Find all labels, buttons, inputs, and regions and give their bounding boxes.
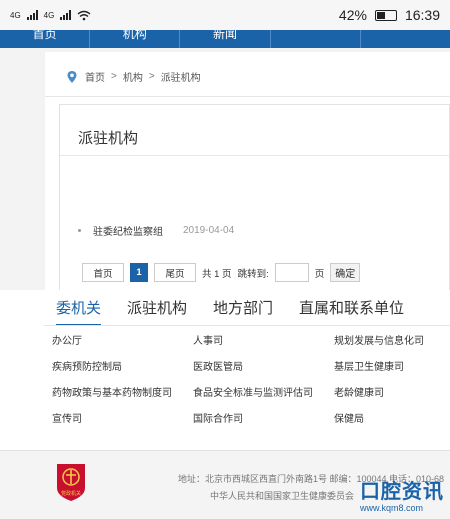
top-nav: 首页 机构 新闻: [0, 30, 450, 48]
dept-link[interactable]: 规划发展与信息化司: [334, 326, 450, 352]
last-page-button[interactable]: 尾页: [154, 263, 196, 282]
watermark: 口腔资讯 www.kqm8.com: [360, 481, 444, 513]
sim2-label: 4G: [43, 10, 55, 20]
department-links: 办公厅 人事司 规划发展与信息化司 疾病预防控制局 医政医管局 基层卫生健康司 …: [52, 326, 450, 430]
breadcrumb-home[interactable]: 首页: [85, 69, 105, 84]
nav-item-news[interactable]: 新闻: [180, 30, 271, 48]
nav-item-5[interactable]: [361, 30, 450, 48]
dept-link[interactable]: 宣传司: [52, 404, 193, 430]
confirm-button[interactable]: 确定: [330, 263, 361, 282]
page-jump-input[interactable]: [274, 263, 309, 282]
breadcrumb: 首页 > 机构 > 派驻机构: [65, 69, 201, 84]
dept-link[interactable]: 人事司: [193, 326, 334, 352]
dept-link[interactable]: 疾病预防控制局: [52, 352, 193, 378]
watermark-url: www.kqm8.com: [360, 503, 424, 513]
total-pages-label: 共 1 页: [202, 268, 232, 280]
sim1-label: 4G: [10, 10, 21, 20]
signal-icon: [26, 10, 38, 20]
footer-sponsor: 中华人民共和国国家卫生健康委员会: [210, 491, 355, 501]
bullet-icon: [78, 229, 81, 232]
content-card: 首页 > 机构 > 派驻机构 派驻机构 驻委纪检监察组 2019-04-04 首…: [45, 52, 450, 324]
footer: 党政机关 地址：北京市西城区西直门外南路1号 邮编：100044 电话：010-…: [0, 450, 450, 519]
page-unit-label: 页: [314, 268, 325, 280]
battery-icon: [374, 9, 397, 21]
location-pin-icon: [67, 70, 77, 83]
category-tabs: 委机关 派驻机构 地方部门 直属和联系单位: [56, 297, 404, 326]
section-title: 派驻机构: [78, 130, 139, 147]
list-item: 驻委纪检监察组 2019-04-04: [78, 223, 234, 238]
current-page-button[interactable]: 1: [130, 263, 148, 282]
dept-link[interactable]: 药物政策与基本药物制度司: [52, 378, 193, 404]
tab-affiliated[interactable]: 直属和联系单位: [299, 297, 404, 326]
divider: [45, 96, 450, 97]
signal-indicators: 4G 4G: [10, 10, 91, 21]
emblem-text: 党政机关: [61, 490, 81, 497]
breadcrumb-separator: >: [148, 71, 155, 82]
jump-to-label: 跳转到:: [237, 268, 269, 280]
clock: 16:39: [404, 7, 440, 23]
dept-link[interactable]: 国际合作司: [193, 404, 334, 430]
nav-item-home[interactable]: 首页: [0, 30, 91, 48]
dept-link[interactable]: 保健局: [334, 404, 450, 430]
breadcrumb-current: 派驻机构: [160, 73, 201, 84]
divider: [60, 155, 449, 156]
nav-item-institutions[interactable]: 机构: [90, 30, 181, 48]
dept-link[interactable]: 办公厅: [52, 326, 193, 352]
dept-link[interactable]: 基层卫生健康司: [334, 352, 450, 378]
tab-committee[interactable]: 委机关: [56, 297, 102, 326]
dept-link[interactable]: 食品安全标准与监测评估司: [193, 378, 334, 404]
tab-dispatched[interactable]: 派驻机构: [127, 297, 187, 326]
first-page-button[interactable]: 首页: [82, 263, 124, 282]
battery-percent: 42%: [338, 7, 367, 23]
party-government-emblem-icon[interactable]: 党政机关: [54, 462, 88, 502]
signal-icon: [60, 10, 72, 20]
tab-local[interactable]: 地方部门: [213, 297, 273, 326]
pagination: 首页 1 尾页 共 1 页 跳转到: 页 确定: [82, 263, 361, 282]
list-item-title[interactable]: 驻委纪检监察组: [93, 223, 163, 238]
status-bar: 4G 4G 42% 16:39: [0, 0, 450, 30]
breadcrumb-separator: >: [111, 71, 117, 82]
watermark-brand: 口腔资讯: [360, 481, 444, 503]
dept-link[interactable]: 老龄健康司: [334, 378, 450, 404]
list-item-date: 2019-04-04: [183, 225, 235, 236]
breadcrumb-institutions[interactable]: 机构: [123, 69, 143, 84]
wifi-icon: [77, 10, 91, 20]
nav-item-4[interactable]: [271, 30, 361, 48]
dept-link[interactable]: 医政医管局: [193, 352, 334, 378]
